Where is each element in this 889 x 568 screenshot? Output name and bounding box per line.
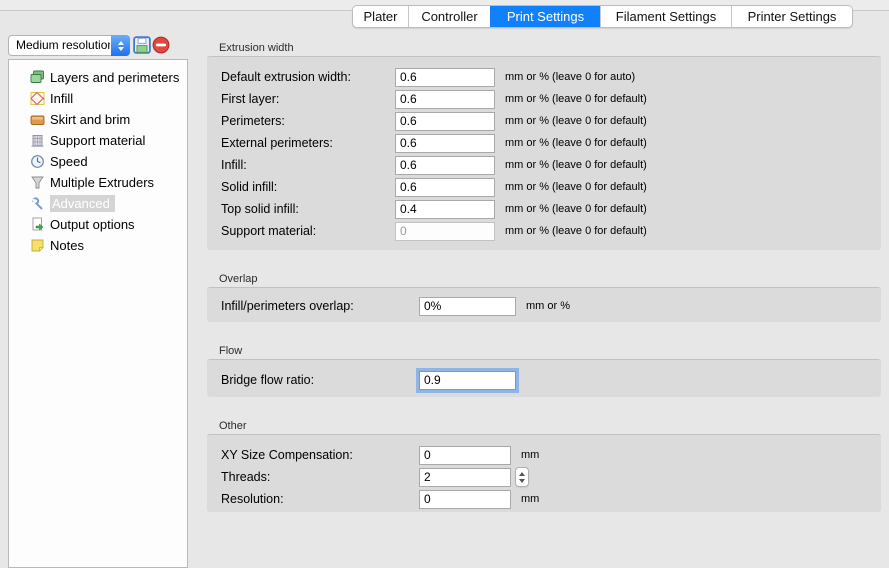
wrench-icon [30,196,45,211]
setting-row: Solid infill: mm or % (leave 0 for defau… [221,176,881,198]
tab-printer-settings[interactable]: Printer Settings [731,6,852,27]
section-title-extrusion-width: Extrusion width [219,42,294,54]
setting-row: First layer: mm or % (leave 0 for defaul… [221,88,881,110]
section-title-overlap: Overlap [219,273,258,285]
setting-row: Top solid infill: mm or % (leave 0 for d… [221,198,881,220]
save-preset-icon[interactable] [133,36,151,54]
xy-size-compensation-input[interactable] [419,446,511,465]
tab-plater[interactable]: Plater [353,6,408,27]
perimeters-extrusion-width-input[interactable] [395,112,495,131]
setting-row: Threads: [221,466,881,488]
tree-item-layers-and-perimeters[interactable]: Layers and perimeters [9,67,187,88]
tree-item-multiple-extruders[interactable]: Multiple Extruders [9,172,187,193]
tree-item-infill[interactable]: Infill [9,88,187,109]
tree-item-advanced[interactable]: Advanced [9,193,187,214]
setting-row: Support material: mm or % (leave 0 for d… [221,220,881,242]
setting-row: Infill/perimeters overlap: mm or % [221,296,881,316]
section-other: XY Size Compensation: mm Threads: Resolu… [207,434,881,512]
setting-row: Infill: mm or % (leave 0 for default) [221,154,881,176]
preset-dropdown[interactable]: Medium resolution (S… [8,35,130,56]
support-material-extrusion-width-input [395,222,495,241]
multiple-extruders-icon [30,175,45,190]
output-options-icon [30,217,45,232]
setting-row: Default extrusion width: mm or % (leave … [221,66,881,88]
support-material-icon [30,133,45,148]
infill-icon [30,91,45,106]
tab-filament-settings[interactable]: Filament Settings [600,6,731,27]
main-tab-bar: Plater Controller Print Settings Filamen… [352,5,853,28]
setting-row: External perimeters: mm or % (leave 0 fo… [221,132,881,154]
section-extrusion-width: Default extrusion width: mm or % (leave … [207,56,881,250]
delete-preset-icon[interactable] [152,36,170,54]
section-title-flow: Flow [219,345,242,357]
external-perimeters-extrusion-width-input[interactable] [395,134,495,153]
top-solid-infill-extrusion-width-input[interactable] [395,200,495,219]
infill-extrusion-width-input[interactable] [395,156,495,175]
notes-icon [30,238,45,253]
setting-row: Resolution: mm [221,488,881,510]
threads-stepper[interactable] [515,467,529,487]
tree-item-output-options[interactable]: Output options [9,214,187,235]
tree-item-support-material[interactable]: Support material [9,130,187,151]
layers-icon [30,70,45,85]
section-title-other: Other [219,420,247,432]
section-overlap: Infill/perimeters overlap: mm or % [207,287,881,322]
resolution-input[interactable] [419,490,511,509]
tree-item-skirt-and-brim[interactable]: Skirt and brim [9,109,187,130]
section-flow: Bridge flow ratio: [207,359,881,397]
dropdown-stepper-icon[interactable] [111,35,130,56]
skirt-icon [30,112,45,127]
slic3r-print-settings-window: Plater Controller Print Settings Filamen… [0,0,889,568]
setting-row: XY Size Compensation: mm [221,444,881,466]
tree-item-notes[interactable]: Notes [9,235,187,256]
speed-icon [30,154,45,169]
tab-print-settings[interactable]: Print Settings [490,6,600,27]
default-extrusion-width-input[interactable] [395,68,495,87]
tab-controller[interactable]: Controller [408,6,490,27]
preset-dropdown-value: Medium resolution (S… [16,36,110,55]
setting-row: Perimeters: mm or % (leave 0 for default… [221,110,881,132]
setting-row: Bridge flow ratio: [221,370,881,390]
first-layer-extrusion-width-input[interactable] [395,90,495,109]
threads-input[interactable] [419,468,511,487]
solid-infill-extrusion-width-input[interactable] [395,178,495,197]
tree-item-speed[interactable]: Speed [9,151,187,172]
settings-tree: Layers and perimeters Infill Skirt and b… [8,59,188,568]
infill-perimeters-overlap-input[interactable] [419,297,516,316]
bridge-flow-ratio-input[interactable] [419,371,516,390]
